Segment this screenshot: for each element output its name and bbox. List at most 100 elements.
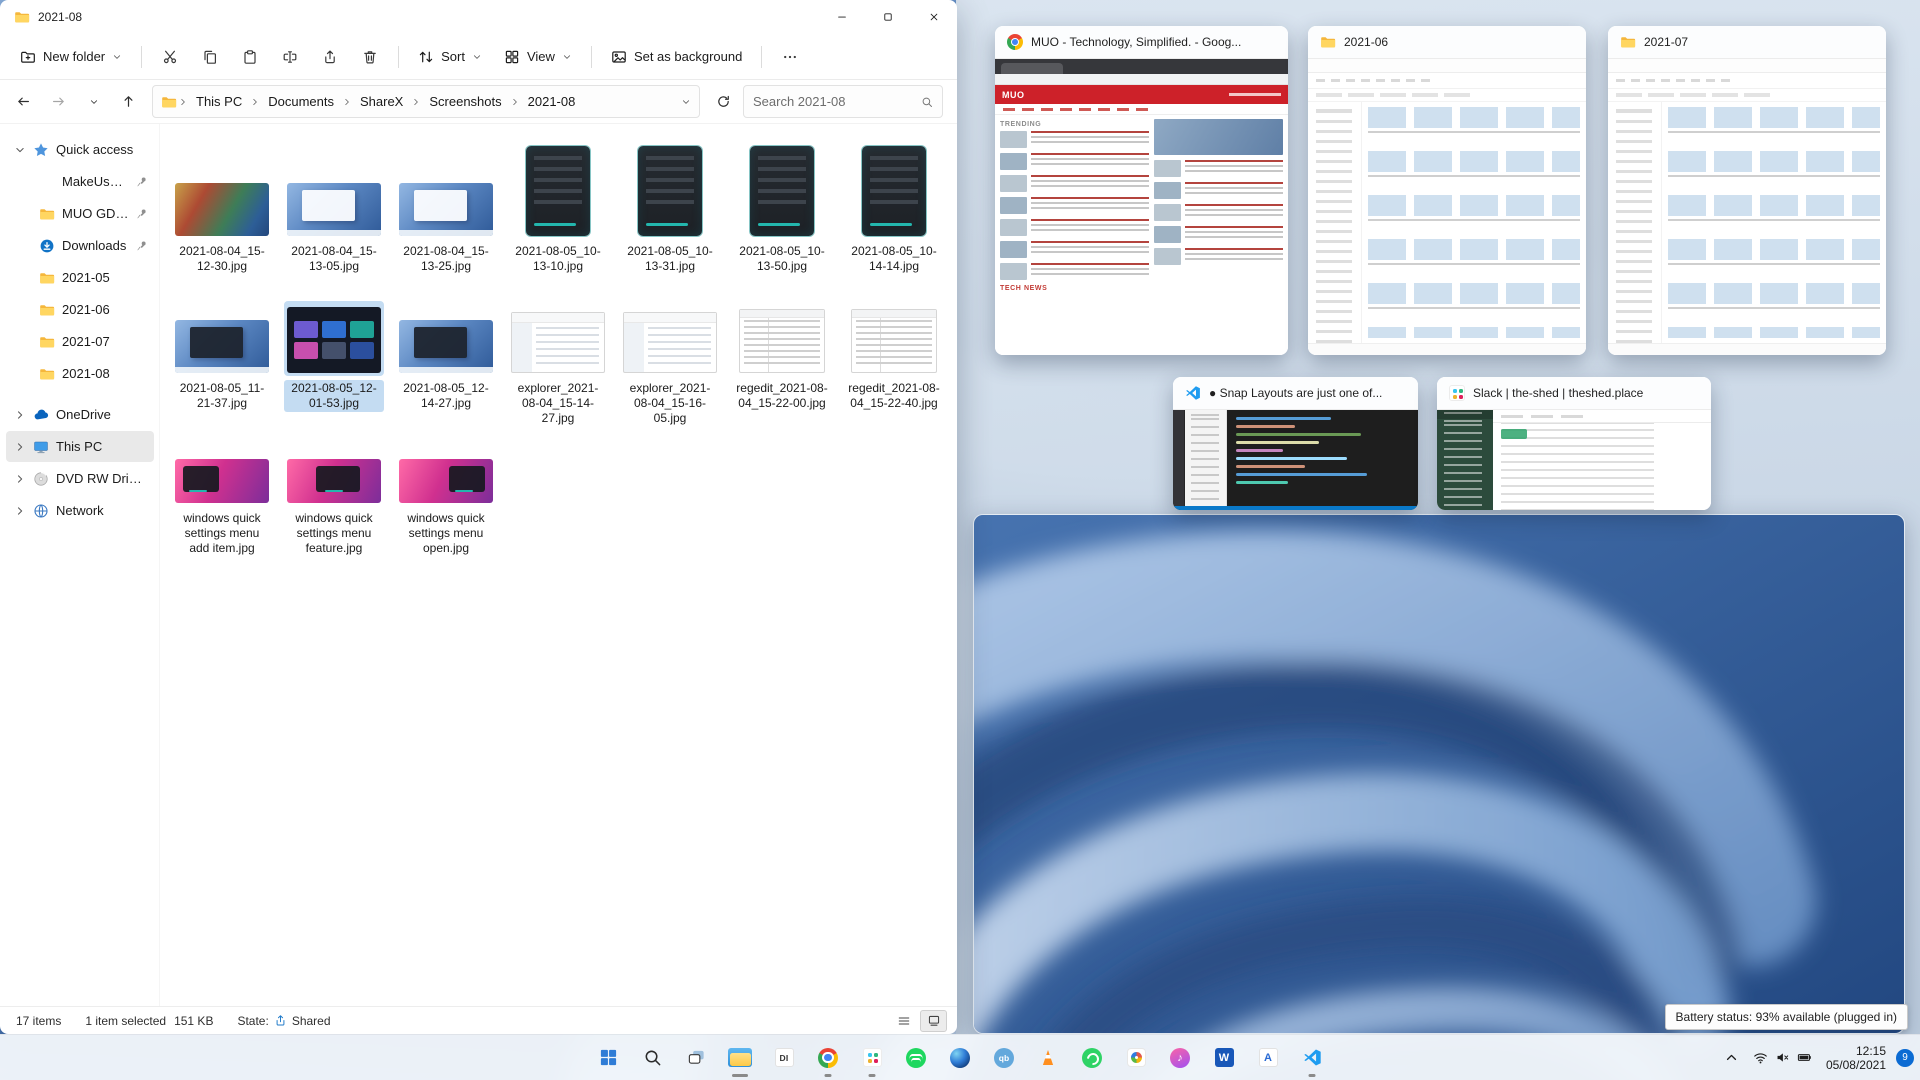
snap-window-chrome-muo[interactable]: MUO - Technology, Simplified. - Goog... …: [995, 26, 1288, 355]
sidebar-item-makeuseof[interactable]: MakeUseOf: [6, 166, 154, 197]
file-item[interactable]: 2021-08-05_11-21-37.jpg: [172, 301, 272, 427]
breadcrumb-this-pc[interactable]: This PC: [189, 90, 249, 113]
file-grid: 2021-08-04_15-12-30.jpg 2021-08-04_15-13…: [160, 124, 957, 1006]
sidebar-item-2021-06[interactable]: 2021-06: [6, 294, 154, 325]
taskbar-slack[interactable]: [852, 1038, 892, 1078]
file-item[interactable]: explorer_2021-08-04_15-16-05.jpg: [620, 301, 720, 427]
task-view-button[interactable]: [676, 1038, 716, 1078]
taskbar-itunes[interactable]: [1160, 1038, 1200, 1078]
tech-news-label: TECH NEWS: [1000, 285, 1048, 292]
copy-button[interactable]: [191, 40, 229, 74]
file-item[interactable]: 2021-08-05_10-13-10.jpg: [508, 140, 608, 275]
sidebar-item-2021-08[interactable]: 2021-08: [6, 358, 154, 389]
chevron-right-icon[interactable]: [14, 441, 26, 453]
snap-window-explorer-2021-07[interactable]: 2021-07: [1608, 26, 1886, 355]
search-button[interactable]: [632, 1038, 672, 1078]
article-lines: [1184, 248, 1283, 265]
file-item[interactable]: windows quick settings menu feature.jpg: [284, 453, 384, 557]
taskbar-app-a[interactable]: A: [1248, 1038, 1288, 1078]
new-folder-button[interactable]: New folder: [10, 42, 132, 72]
desktop-snap-zone[interactable]: [973, 514, 1905, 1034]
sidebar-item-dvd-drive[interactable]: DVD RW Drive (D:) A: [6, 463, 154, 494]
taskbar-spotify[interactable]: [896, 1038, 936, 1078]
snap-window-vscode[interactable]: ● Snap Layouts are just one of...: [1173, 377, 1418, 510]
share-button[interactable]: [311, 40, 349, 74]
taskbar-vlc[interactable]: [1028, 1038, 1068, 1078]
titlebar[interactable]: 2021-08: [0, 0, 957, 34]
back-button[interactable]: [8, 86, 39, 117]
sidebar-item-this-pc[interactable]: This PC: [6, 431, 154, 462]
forward-button[interactable]: [43, 86, 74, 117]
set-as-background-button[interactable]: Set as background: [601, 42, 752, 72]
mini-file-tree: [1185, 410, 1227, 510]
sidebar-item-2021-05[interactable]: 2021-05: [6, 262, 154, 293]
taskbar-photos[interactable]: [1116, 1038, 1156, 1078]
sidebar-item-2021-07[interactable]: 2021-07: [6, 326, 154, 357]
paste-button[interactable]: [231, 40, 269, 74]
breadcrumb[interactable]: This PC Documents ShareX Screenshots 202…: [152, 85, 700, 118]
taskbar-whatsapp[interactable]: [1072, 1038, 1112, 1078]
sidebar-item-network[interactable]: Network: [6, 495, 154, 526]
file-item[interactable]: regedit_2021-08-04_15-22-00.jpg: [732, 301, 832, 427]
taskbar-qbittorrent[interactable]: qb: [984, 1038, 1024, 1078]
chevron-right-icon[interactable]: [14, 473, 26, 485]
file-item-selected[interactable]: 2021-08-05_12-01-53.jpg: [284, 301, 384, 427]
taskbar-app-di[interactable]: DI: [764, 1038, 804, 1078]
view-button[interactable]: View: [494, 42, 582, 72]
system-tray: 12:15 05/08/2021 9: [1718, 1035, 1914, 1080]
file-item[interactable]: 2021-08-05_12-14-27.jpg: [396, 301, 496, 427]
minimize-button[interactable]: [819, 0, 865, 34]
file-item[interactable]: 2021-08-04_15-13-05.jpg: [284, 140, 384, 275]
sidebar-item-downloads[interactable]: Downloads: [6, 230, 154, 261]
chevron-down-icon[interactable]: [14, 144, 26, 156]
folder-icon: [1620, 34, 1636, 50]
file-item[interactable]: 2021-08-05_10-13-50.jpg: [732, 140, 832, 275]
taskbar-chrome[interactable]: [808, 1038, 848, 1078]
taskbar-word[interactable]: W: [1204, 1038, 1244, 1078]
chevron-right-icon[interactable]: [14, 505, 26, 517]
file-item[interactable]: 2021-08-04_15-13-25.jpg: [396, 140, 496, 275]
sidebar-item-muo-gd-screen[interactable]: MUO GD Screen: [6, 198, 154, 229]
cut-button[interactable]: [151, 40, 189, 74]
breadcrumb-sharex[interactable]: ShareX: [353, 90, 410, 113]
file-item[interactable]: explorer_2021-08-04_15-14-27.jpg: [508, 301, 608, 427]
start-button[interactable]: [588, 1038, 628, 1078]
sort-button[interactable]: Sort: [408, 42, 492, 72]
file-item[interactable]: regedit_2021-08-04_15-22-40.jpg: [844, 301, 944, 427]
taskbar-file-explorer[interactable]: [720, 1038, 760, 1078]
notification-badge[interactable]: 9: [1896, 1048, 1914, 1067]
taskbar-vscode[interactable]: [1292, 1038, 1332, 1078]
file-item[interactable]: 2021-08-05_10-14-14.jpg: [844, 140, 944, 275]
recent-locations-button[interactable]: [78, 86, 109, 117]
clock[interactable]: 12:15 05/08/2021: [1820, 1044, 1892, 1072]
hidden-icons-button[interactable]: [1718, 1041, 1745, 1075]
details-view-button[interactable]: [890, 1010, 917, 1032]
file-item[interactable]: 2021-08-05_10-13-31.jpg: [620, 140, 720, 275]
snap-window-slack[interactable]: Slack | the-shed | theshed.place: [1437, 377, 1711, 510]
refresh-button[interactable]: [708, 86, 739, 117]
close-button[interactable]: [911, 0, 957, 34]
sidebar-item-onedrive[interactable]: OneDrive: [6, 399, 154, 430]
maximize-button[interactable]: [865, 0, 911, 34]
quick-settings-button[interactable]: [1747, 1041, 1818, 1075]
breadcrumb-2021-08[interactable]: 2021-08: [521, 90, 583, 113]
search-box[interactable]: [743, 85, 943, 118]
disc-icon: [33, 471, 49, 487]
thumbnail-view-button[interactable]: [920, 1009, 947, 1032]
search-input[interactable]: [753, 94, 915, 109]
rename-button[interactable]: [271, 40, 309, 74]
file-name: 2021-08-05_10-13-31.jpg: [627, 244, 713, 273]
file-item[interactable]: windows quick settings menu add item.jpg: [172, 453, 272, 557]
address-dropdown-icon[interactable]: [681, 97, 691, 107]
breadcrumb-documents[interactable]: Documents: [261, 90, 341, 113]
snap-window-explorer-2021-06[interactable]: 2021-06: [1308, 26, 1586, 355]
chevron-right-icon[interactable]: [14, 409, 26, 421]
sidebar-quick-access[interactable]: Quick access: [6, 134, 154, 165]
more-options-button[interactable]: [771, 40, 809, 74]
file-item[interactable]: windows quick settings menu open.jpg: [396, 453, 496, 557]
taskbar-edge[interactable]: [940, 1038, 980, 1078]
delete-button[interactable]: [351, 40, 389, 74]
file-item[interactable]: 2021-08-04_15-12-30.jpg: [172, 140, 272, 275]
up-button[interactable]: [113, 86, 144, 117]
breadcrumb-screenshots[interactable]: Screenshots: [422, 90, 508, 113]
